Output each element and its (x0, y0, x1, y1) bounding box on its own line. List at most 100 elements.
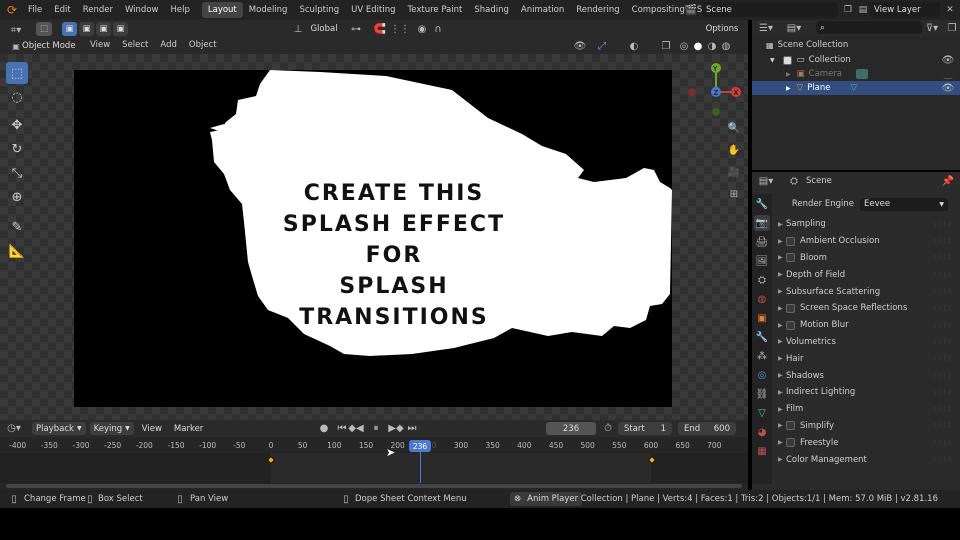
drag-grip-icon[interactable]: ⋮⋮⋮⋮ (932, 254, 953, 261)
drag-grip-icon[interactable]: ⋮⋮⋮⋮ (932, 372, 953, 379)
properties-type-icon[interactable]: ▤▾ (758, 173, 774, 189)
viewport-menu-add[interactable]: Add (160, 40, 176, 50)
material-tab-icon[interactable]: ◕ (754, 424, 770, 440)
object-tab-icon[interactable]: ▣ (754, 310, 770, 326)
pan-hand-icon[interactable]: ✋ (726, 142, 742, 158)
panel-expand-icon[interactable]: ▶ (778, 422, 783, 429)
outliner-item-plane[interactable]: ▶ ▽ Plane ▽ 👁 (752, 81, 960, 95)
timeline-menu-keying[interactable]: Keying ▼ (89, 422, 134, 435)
rendered-shading-icon[interactable]: ◍ (718, 38, 734, 54)
measure-icon[interactable]: 📐 (6, 240, 28, 262)
select-box-icon[interactable]: ⬚ (6, 62, 28, 84)
panel-film[interactable]: ▶ Film ⋮⋮⋮⋮ (774, 401, 958, 418)
select-invert-icon[interactable]: ▣ (113, 22, 128, 36)
panel-expand-icon[interactable]: ▶ (778, 406, 783, 413)
world-tab-icon[interactable]: ◍ (754, 291, 770, 307)
panel-enable-checkbox[interactable] (786, 303, 795, 313)
panel-depth-of-field[interactable]: ▶ Depth of Field ⋮⋮⋮⋮ (774, 266, 958, 283)
view-layer-tab-icon[interactable]: 🖼 (754, 253, 770, 269)
panel-shadows[interactable]: ▶ Shadows ⋮⋮⋮⋮ (774, 367, 958, 384)
expand-icon[interactable]: ▼ (770, 57, 775, 64)
transform-icon[interactable]: ⊕ (6, 186, 28, 208)
select-extend-icon[interactable]: ▣ (79, 22, 94, 36)
timeline-area[interactable]: -400 -350 -300 -250 -200 -150 -100 -50 0 50 100 150… (0, 437, 748, 490)
menu-edit[interactable]: Edit (48, 2, 76, 18)
render-engine-dropdown[interactable]: Eevee ▼ (860, 197, 948, 211)
drag-grip-icon[interactable]: ⋮⋮⋮⋮ (932, 406, 953, 413)
drag-grip-icon[interactable]: ⋮⋮⋮⋮ (932, 456, 953, 463)
data-tab-icon[interactable]: ▽ (754, 405, 770, 421)
display-mode-icon[interactable]: ▤▾ (786, 20, 802, 36)
jump-keyframe-back-icon[interactable]: ◆◀ (348, 420, 364, 436)
tool-tab-icon[interactable]: 🔧 (754, 196, 770, 212)
panel-enable-checkbox[interactable] (786, 253, 795, 263)
editor-type-icon[interactable]: ⌗▾ (8, 22, 24, 38)
drag-grip-icon[interactable]: ⋮⋮⋮⋮ (932, 288, 953, 295)
menu-file[interactable]: File (22, 2, 48, 18)
particles-tab-icon[interactable]: ⁂ (754, 348, 770, 364)
scene-selector[interactable]: Scene (702, 2, 838, 17)
panel-expand-icon[interactable]: ▶ (778, 288, 783, 295)
tab-layout[interactable]: Layout (201, 2, 243, 18)
panel-expand-icon[interactable]: ▶ (778, 254, 783, 261)
anim-player-button[interactable]: ⊗ Anim Player (510, 492, 582, 506)
viewport-menu-select[interactable]: Select (122, 40, 148, 50)
tab-texture-paint[interactable]: Texture Paint (402, 2, 469, 18)
end-frame-field[interactable]: End 600 (678, 422, 736, 435)
texture-tab-icon[interactable]: ▦ (754, 443, 770, 459)
tab-shading[interactable]: Shading (468, 2, 515, 18)
panel-freestyle[interactable]: ▶ Freestyle ⋮⋮⋮⋮ (774, 434, 958, 451)
pause-icon[interactable]: ⏸ (368, 420, 384, 436)
snap-target-icon[interactable]: ⋮⋮ (390, 21, 410, 37)
panel-screen-space-reflections[interactable]: ▶ Screen Space Reflections ⋮⋮⋮⋮ (774, 300, 958, 317)
panel-expand-icon[interactable]: ▶ (778, 221, 783, 228)
start-frame-field[interactable]: Start 1 (618, 422, 672, 435)
tab-animation[interactable]: Animation (515, 2, 570, 18)
panel-expand-icon[interactable]: ▶ (778, 338, 783, 345)
tab-modeling[interactable]: Modeling (243, 2, 294, 18)
timeline-ruler[interactable]: -400 -350 -300 -250 -200 -150 -100 -50 0 50 100 150… (0, 441, 748, 483)
playhead-frame-label[interactable]: 236 (409, 440, 431, 452)
jump-keyframe-forward-icon[interactable]: ▶◆ (388, 420, 404, 436)
scale-icon[interactable]: ⤡ (6, 162, 28, 184)
viewport-canvas[interactable]: ⬚ ◌ ✥ ↻ ⤡ ⊕ ✎ 📐 CREATE THIS SPLASH EFFECT… (0, 54, 748, 420)
filter-icon[interactable]: ⊽▾ (924, 20, 940, 36)
timeline-scrollbar[interactable] (6, 484, 742, 488)
panel-expand-icon[interactable]: ▶ (778, 271, 783, 278)
clock-icon[interactable]: ⏱ (600, 420, 616, 436)
panel-enable-checkbox[interactable] (786, 421, 795, 431)
navigation-gizmo[interactable]: Y X Z (686, 60, 746, 120)
menu-window[interactable]: Window (119, 2, 165, 18)
panel-enable-checkbox[interactable] (786, 236, 795, 246)
view-layer-icon[interactable]: ▤ (855, 2, 871, 18)
outliner-type-icon[interactable]: ☰▾ (758, 20, 774, 36)
panel-expand-icon[interactable]: ▶ (778, 238, 783, 245)
falloff-icon[interactable]: ∩ (430, 21, 446, 37)
panel-expand-icon[interactable]: ▶ (778, 439, 783, 446)
drag-grip-icon[interactable]: ⋮⋮⋮⋮ (932, 439, 953, 446)
blender-logo-icon[interactable]: ⟳ (4, 2, 20, 18)
panel-volumetrics[interactable]: ▶ Volumetrics ⋮⋮⋮⋮ (774, 334, 958, 351)
drag-grip-icon[interactable]: ⋮⋮⋮⋮ (932, 338, 953, 345)
drag-grip-icon[interactable]: ⋮⋮⋮⋮ (932, 271, 953, 278)
collection-checkbox[interactable] (782, 55, 792, 65)
panel-expand-icon[interactable]: ▶ (778, 372, 783, 379)
panel-expand-icon[interactable]: ▶ (778, 389, 783, 396)
perspective-grid-icon[interactable]: ⊞ (726, 186, 742, 202)
panel-enable-checkbox[interactable] (786, 320, 795, 330)
orientation-dropdown[interactable]: Global (304, 22, 344, 36)
panel-ambient-occlusion[interactable]: ▶ Ambient Occlusion ⋮⋮⋮⋮ (774, 233, 958, 250)
select-tool-button[interactable]: ⬚ (36, 22, 52, 36)
panel-bloom[interactable]: ▶ Bloom ⋮⋮⋮⋮ (774, 250, 958, 267)
drag-grip-icon[interactable]: ⋮⋮⋮⋮ (932, 221, 953, 228)
drag-grip-icon[interactable]: ⋮⋮⋮⋮ (932, 389, 953, 396)
current-frame-field[interactable]: 236 (546, 422, 596, 435)
expand-icon[interactable]: ▶ (786, 85, 791, 92)
drag-grip-icon[interactable]: ⋮⋮⋮⋮ (932, 355, 953, 362)
snap-icon[interactable]: 🧲 (372, 21, 388, 37)
select-new-icon[interactable]: ▣ (62, 22, 77, 36)
zoom-icon[interactable]: 🔍 (726, 120, 742, 136)
move-icon[interactable]: ✥ (6, 114, 28, 136)
scene-icon[interactable]: 🎬 (683, 2, 699, 18)
drag-grip-icon[interactable]: ⋮⋮⋮⋮ (932, 305, 953, 312)
